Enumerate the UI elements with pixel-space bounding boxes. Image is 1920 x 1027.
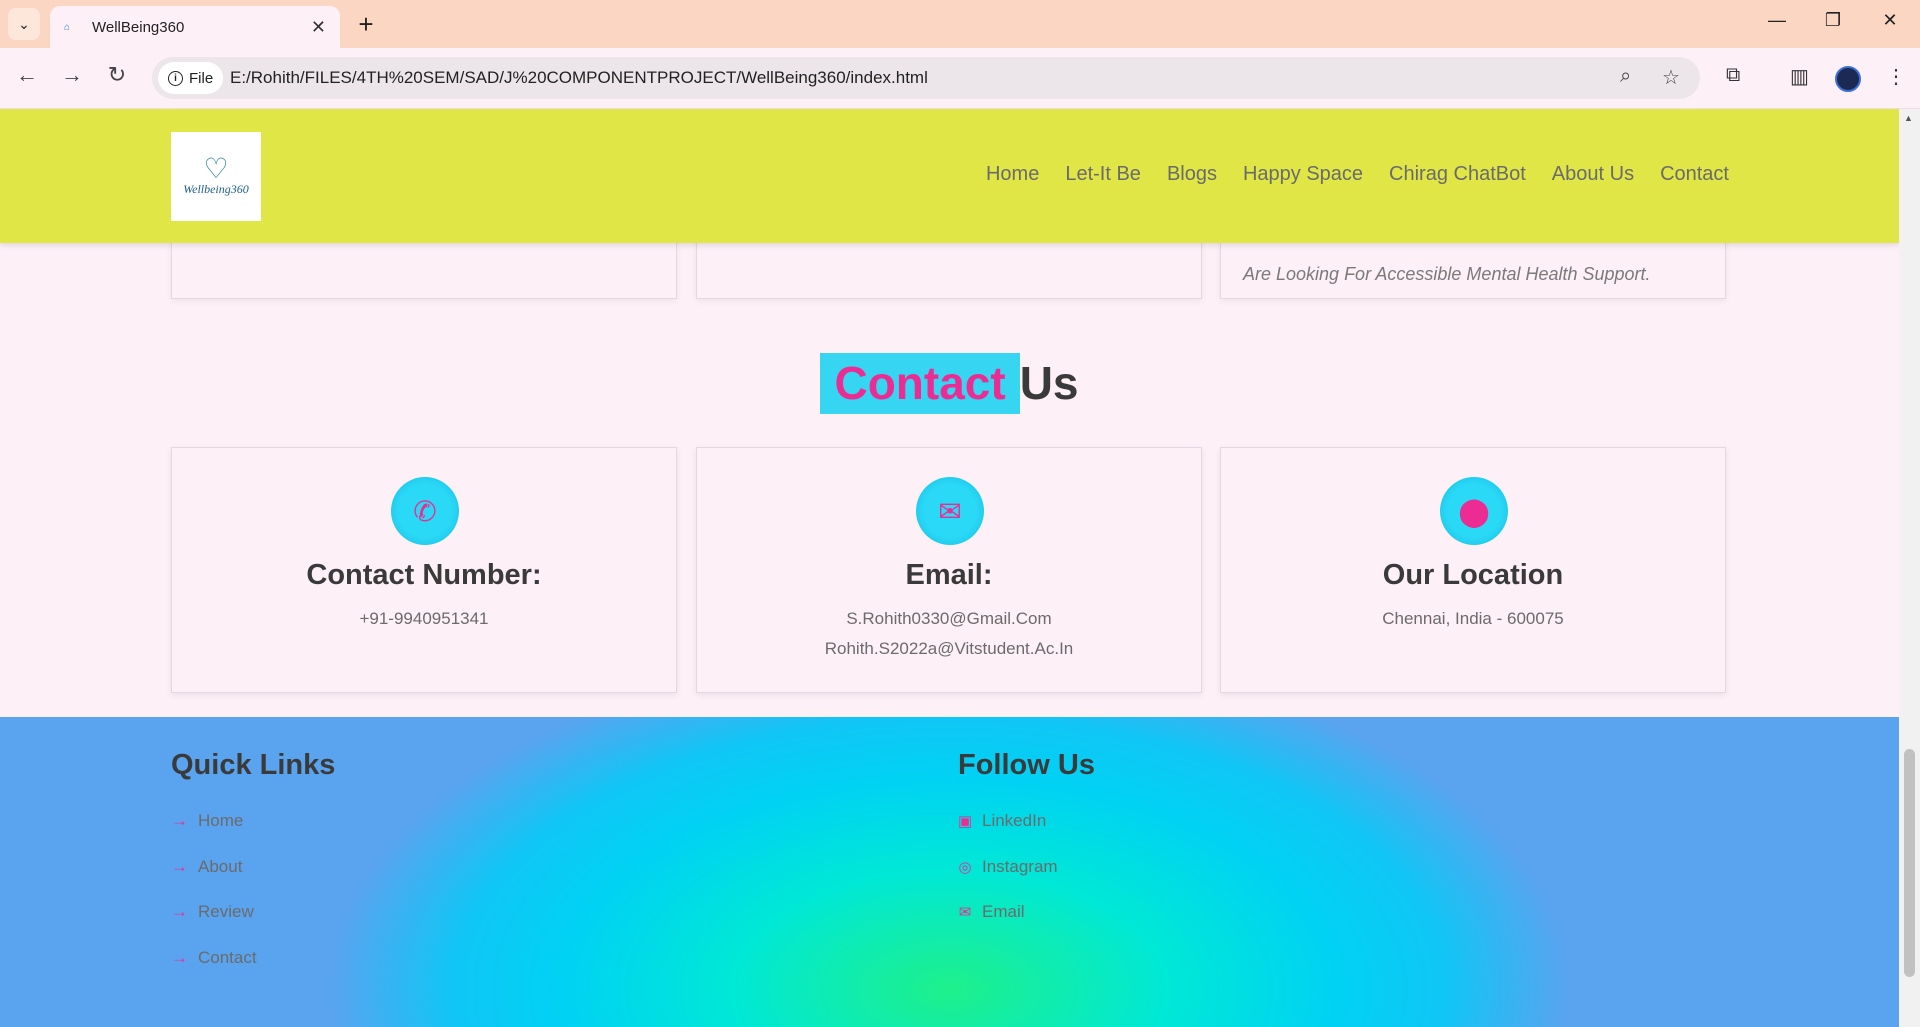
arrow-right-icon: → [171,948,188,967]
nav-blogs[interactable]: Blogs [1167,163,1217,186]
nav-about-us[interactable]: About Us [1552,163,1634,186]
location-pin-icon: ⬤ [1440,477,1508,545]
footer-link-review[interactable]: → Review [171,902,254,922]
nav-let-it-be[interactable]: Let-It Be [1065,163,1141,186]
nav-contact[interactable]: Contact [1660,163,1729,186]
info-icon: i [168,70,183,86]
heart-logo-icon: ♡ [203,153,229,184]
forward-icon[interactable]: → [57,62,87,88]
email-card: ✉ Email: S.Rohith0330@Gmail.Com Rohith.S… [696,447,1202,693]
nav-chatbot[interactable]: Chirag ChatBot [1389,163,1526,186]
favicon-icon: ⌂ [64,22,71,33]
browser-tab-bar: ⌄ ⌂ WellBeing360 ✕ + — ❐ ✕ [0,0,1920,48]
linkedin-icon: ▣ [958,813,973,830]
menu-kebab-icon[interactable]: ⋮ [1886,64,1906,89]
site-footer: Quick Links → Home → About → Review → Contac… [0,717,1899,1027]
extensions-icon[interactable]: ⧉ [1726,64,1740,87]
previous-card-text: Are Looking For Accessible Mental Health… [1243,264,1651,284]
follow-email[interactable]: ✉ Email [958,902,1025,922]
profile-avatar[interactable] [1835,66,1861,92]
page-viewport: Are Looking For Accessible Mental Health… [0,109,1899,1027]
main-nav: Home Let-It Be Blogs Happy Space Chirag … [986,163,1729,186]
new-tab-button[interactable]: + [352,10,380,38]
zoom-icon[interactable]: ⌕ [1620,65,1631,88]
phone-number: +91-9940951341 [359,609,489,628]
follow-link-label: Email [982,902,1025,921]
title-rest: Us [1019,357,1079,409]
arrow-right-icon: → [171,902,188,921]
nav-happy-space[interactable]: Happy Space [1243,163,1363,186]
email-address-2: Rohith.S2022a@Vitstudent.Ac.In [824,639,1074,658]
site-info-chip[interactable]: i File [158,62,224,94]
arrow-right-icon: → [171,811,188,830]
follow-us-title: Follow Us [958,749,1095,781]
address-bar[interactable]: i File E:/Rohith/FILES/4TH%20SEM/SAD/J%2… [152,57,1700,99]
back-icon[interactable]: ← [12,62,42,88]
location-card: ⬤ Our Location Chennai, India - 600075 [1220,447,1726,693]
scroll-up-icon[interactable]: ▲ [1904,113,1913,123]
follow-linkedin[interactable]: ▣ LinkedIn [958,811,1046,831]
side-panel-icon[interactable]: ▥ [1790,64,1809,89]
footer-link-label: Review [198,902,254,921]
card-title: Our Location [1382,559,1564,591]
site-logo[interactable]: ♡ Wellbeing360 [171,132,261,221]
quick-links-title: Quick Links [171,749,336,781]
minimize-icon[interactable]: — [1762,10,1792,31]
tab-title: WellBeing360 [92,18,185,36]
title-highlight: Contact [820,353,1020,414]
contact-number-card: ✆ Contact Number: +91-9940951341 [171,447,677,693]
card-title: Contact Number: [306,559,542,591]
tab-search-button[interactable]: ⌄ [8,8,40,40]
site-header: ♡ Wellbeing360 Home Let-It Be Blogs Happ… [0,109,1899,243]
envelope-icon: ✉ [916,477,984,545]
restore-icon[interactable]: ❐ [1818,10,1848,31]
email-address-1: S.Rohith0330@Gmail.Com [846,609,1052,628]
email-icon: ✉ [958,904,972,921]
window-close-icon[interactable]: ✕ [1875,10,1905,31]
phone-icon: ✆ [391,477,459,545]
follow-link-label: LinkedIn [982,811,1047,830]
card-title: Email: [905,559,993,591]
reload-icon[interactable]: ↻ [102,62,132,88]
footer-link-about[interactable]: → About [171,857,242,877]
scroll-thumb[interactable] [1904,749,1915,977]
close-tab-icon[interactable]: ✕ [311,17,326,38]
logo-text: Wellbeing360 [183,182,249,196]
browser-tab[interactable]: ⌂ WellBeing360 ✕ [50,6,340,48]
nav-home[interactable]: Home [986,163,1039,186]
arrow-right-icon: → [171,857,188,876]
location-text: Chennai, India - 600075 [1382,609,1564,628]
footer-link-contact[interactable]: → Contact [171,948,257,968]
footer-link-label: Home [198,811,244,830]
footer-link-home[interactable]: → Home [171,811,243,831]
bookmark-star-icon[interactable]: ☆ [1662,65,1680,90]
instagram-icon: ◎ [958,859,972,876]
footer-link-label: About [198,857,243,876]
page-scrollbar[interactable]: ▲ [1899,109,1920,1027]
browser-toolbar: ← → ↻ i File E:/Rohith/FILES/4TH%20SEM/S… [0,48,1920,109]
footer-link-label: Contact [198,948,257,967]
follow-link-label: Instagram [982,857,1058,876]
contact-section-title: Contact Us [0,353,1899,414]
follow-instagram[interactable]: ◎ Instagram [958,857,1058,877]
site-info-label: File [189,69,214,87]
url-text[interactable]: E:/Rohith/FILES/4TH%20SEM/SAD/J%20COMPON… [230,68,928,88]
